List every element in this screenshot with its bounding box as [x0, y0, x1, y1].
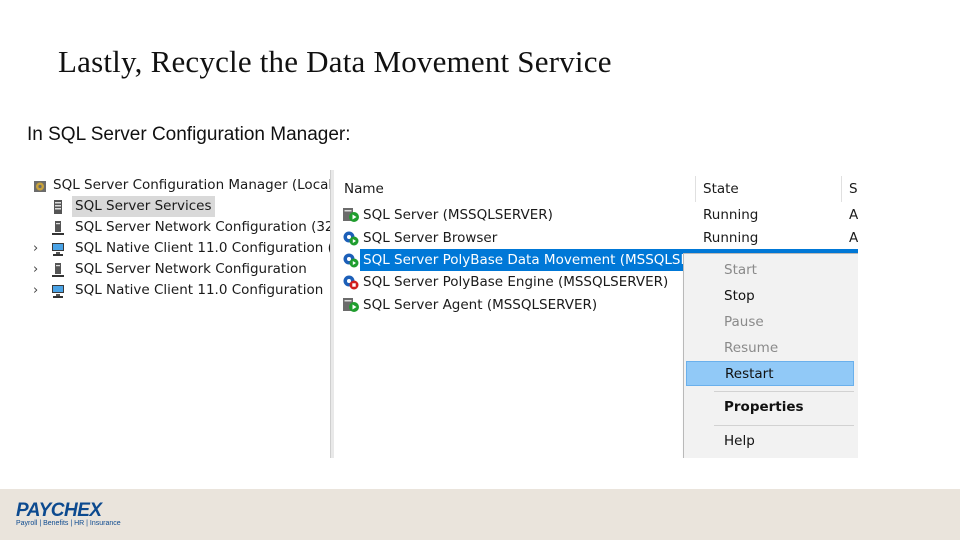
- tree-item-label: SQL Server Services: [72, 196, 215, 217]
- logo-wordmark: PAYCHEX: [16, 500, 102, 521]
- service-state: Running: [703, 230, 759, 246]
- menu-item-resume: Resume: [724, 340, 779, 356]
- service-running-icon: [343, 208, 359, 222]
- column-header-name[interactable]: Name: [344, 178, 384, 200]
- menu-item-help[interactable]: Help: [686, 429, 854, 454]
- service-name: SQL Server PolyBase Engine (MSSQLSERVER): [363, 274, 669, 290]
- service-name: SQL Server PolyBase Data Movement (MSSQL…: [363, 252, 716, 268]
- network-config-icon: [52, 263, 64, 277]
- slide-subtitle: In SQL Server Configuration Manager:: [27, 124, 351, 145]
- menu-separator: [714, 425, 854, 426]
- native-client-icon: [52, 243, 64, 256]
- column-divider[interactable]: [695, 176, 696, 202]
- column-header-start-mode[interactable]: S: [849, 178, 858, 200]
- config-manager-icon: [34, 181, 46, 192]
- service-name: SQL Server Browser: [363, 230, 498, 246]
- expand-chevron-icon[interactable]: ›: [33, 238, 43, 259]
- service-state: Running: [703, 207, 759, 223]
- context-menu: Start Stop Pause Resume Restart Properti…: [683, 253, 858, 458]
- menu-separator: [714, 391, 854, 392]
- paychex-logo: PAYCHEX Payroll | Benefits | HR | Insura…: [16, 500, 126, 534]
- tree-root-label: SQL Server Configuration Manager (Local): [53, 177, 338, 193]
- footer-bar: [0, 489, 960, 540]
- gear-running-icon: [343, 231, 359, 246]
- menu-item-stop[interactable]: Stop: [686, 284, 854, 309]
- menu-item-properties[interactable]: Properties: [686, 395, 854, 420]
- config-manager-screenshot: SQL Server Configuration Manager (Local)…: [28, 170, 858, 458]
- tree-item-label: SQL Native Client 11.0 Configuration (32…: [75, 240, 359, 256]
- navigation-tree: SQL Server Configuration Manager (Local)…: [28, 170, 359, 458]
- service-row[interactable]: SQL Server Browser Running A: [334, 227, 858, 249]
- service-name: SQL Server (MSSQLSERVER): [363, 207, 553, 223]
- service-name: SQL Server Agent (MSSQLSERVER): [363, 297, 598, 313]
- service-start-mode: A: [849, 230, 858, 246]
- expand-chevron-icon[interactable]: ›: [33, 259, 43, 280]
- menu-item-pause: Pause: [724, 314, 764, 330]
- tree-item-label: SQL Native Client 11.0 Configuration: [75, 282, 324, 298]
- menu-item-start: Start: [724, 262, 757, 278]
- tree-item-label: SQL Server Network Configuration (32bit: [75, 219, 352, 235]
- menu-item-restart[interactable]: Restart: [686, 361, 854, 386]
- service-start-mode: A: [849, 207, 858, 223]
- service-running-icon: [343, 298, 359, 312]
- logo-tagline: Payroll | Benefits | HR | Insurance: [16, 520, 121, 527]
- column-header-state[interactable]: State: [703, 178, 739, 200]
- network-config-icon: [52, 221, 64, 235]
- services-icon: [54, 200, 62, 214]
- service-row[interactable]: SQL Server (MSSQLSERVER) Running A: [334, 204, 858, 226]
- gear-stopped-icon: [343, 275, 359, 290]
- column-divider[interactable]: [841, 176, 842, 202]
- expand-chevron-icon[interactable]: ›: [33, 280, 43, 301]
- gear-running-icon: [343, 253, 359, 268]
- tree-item-label: SQL Server Network Configuration: [75, 261, 307, 277]
- slide-title: Lastly, Recycle the Data Movement Servic…: [58, 44, 612, 79]
- native-client-icon: [52, 285, 64, 298]
